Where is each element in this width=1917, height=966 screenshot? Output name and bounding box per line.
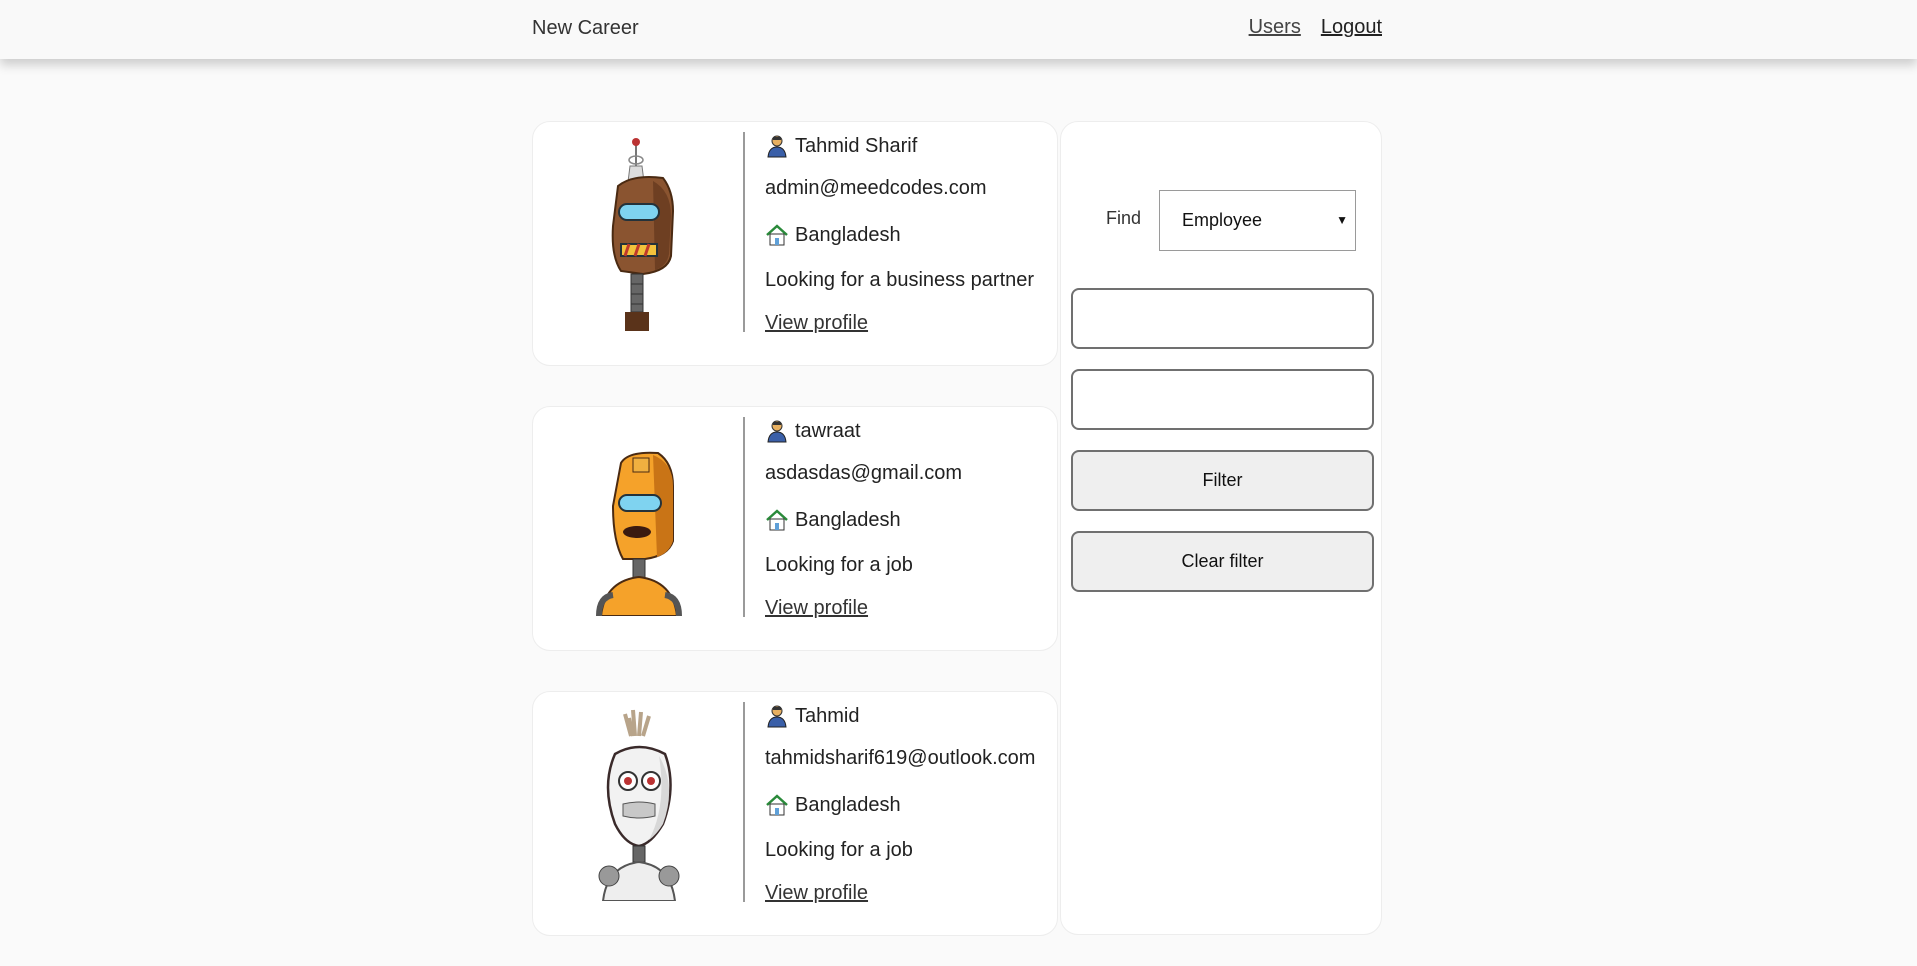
nav-links: Users Logout	[1249, 16, 1382, 39]
clear-filter-button[interactable]: Clear filter	[1071, 531, 1374, 592]
home-icon	[765, 793, 789, 817]
robot-avatar-white	[598, 709, 680, 901]
find-label: Find	[1106, 208, 1142, 228]
user-card: Tahmid Sharif admin@meedcodes.com Bangla…	[532, 121, 1058, 366]
user-name: tawraat	[795, 419, 861, 442]
user-name: Tahmid Sharif	[795, 134, 918, 157]
user-country-row: Bangladesh	[765, 223, 901, 247]
view-profile-link[interactable]: View profile	[765, 312, 868, 335]
person-icon	[765, 419, 789, 443]
user-status: Looking for a job	[765, 839, 913, 861]
user-email: tahmidsharif619@outlook.com	[765, 747, 1036, 769]
user-country-row: Bangladesh	[765, 793, 901, 817]
view-profile-link[interactable]: View profile	[765, 882, 868, 905]
user-card: tawraat asdasdas@gmail.com Bangladesh Lo…	[532, 406, 1058, 651]
user-email: asdasdas@gmail.com	[765, 462, 963, 484]
nav-logout-link[interactable]: Logout	[1321, 16, 1382, 39]
user-card: Tahmid tahmidsharif619@outlook.com Bangl…	[532, 691, 1058, 936]
filter-button[interactable]: Filter	[1071, 450, 1374, 511]
card-divider	[743, 417, 745, 617]
view-profile-link[interactable]: View profile	[765, 597, 868, 620]
find-type-select[interactable]: Employee ▼	[1159, 190, 1356, 251]
find-type-value: Employee	[1182, 210, 1263, 230]
user-status: Looking for a job	[765, 554, 913, 576]
user-name: Tahmid	[795, 704, 860, 727]
user-name-row: Tahmid Sharif	[765, 134, 917, 158]
user-name-row: tawraat	[765, 419, 861, 443]
home-icon	[765, 223, 789, 247]
view-profile-row: View profile	[765, 882, 868, 905]
filter-input-2[interactable]	[1071, 369, 1374, 430]
user-name-row: Tahmid	[765, 704, 859, 728]
nav-users-link[interactable]: Users	[1249, 16, 1301, 39]
person-icon	[765, 134, 789, 158]
brand-title[interactable]: New Career	[532, 17, 639, 40]
top-navbar: New Career Users Logout	[0, 0, 1917, 59]
user-country: Bangladesh	[795, 793, 901, 816]
caret-down-icon: ▼	[1336, 213, 1348, 227]
user-country-row: Bangladesh	[765, 508, 901, 532]
view-profile-row: View profile	[765, 312, 868, 335]
user-country: Bangladesh	[795, 508, 901, 531]
card-divider	[743, 132, 745, 332]
card-divider	[743, 702, 745, 902]
user-email: admin@meedcodes.com	[765, 177, 987, 199]
home-icon	[765, 508, 789, 532]
user-country: Bangladesh	[795, 223, 901, 246]
view-profile-row: View profile	[765, 597, 868, 620]
user-status: Looking for a business partner	[765, 269, 1035, 291]
filter-panel: Find Employee ▼ Filter Clear filter	[1060, 121, 1382, 935]
robot-avatar-orange	[596, 451, 682, 616]
robot-avatar-brown	[611, 138, 675, 331]
person-icon	[765, 704, 789, 728]
filter-input-1[interactable]	[1071, 288, 1374, 349]
